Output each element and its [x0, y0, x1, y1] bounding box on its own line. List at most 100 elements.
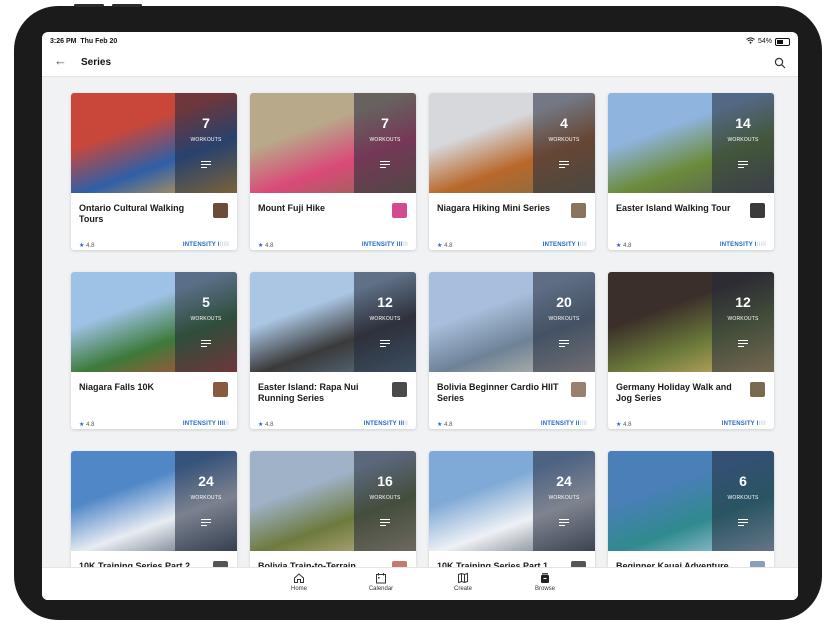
workouts-label: WORKOUTS	[190, 137, 222, 143]
workout-count: 6	[739, 473, 747, 489]
page-header: ← Series	[42, 50, 798, 77]
workout-count-overlay: 7 WORKOUTS	[175, 93, 237, 193]
series-card[interactable]: 7 WORKOUTS Ontario Cultural Walking Tours ★…	[71, 93, 237, 250]
intensity-label: INTENSITY	[542, 242, 576, 248]
tab-calendar[interactable]: Calendar	[356, 572, 406, 592]
series-card[interactable]: 12 WORKOUTS Easter Island: Rapa Nui Runnin…	[250, 272, 416, 429]
workout-count: 24	[198, 473, 214, 489]
coach-avatar	[392, 382, 407, 397]
intensity-label: INTENSITY	[540, 421, 574, 427]
list-icon	[380, 161, 390, 170]
star-icon: ★	[616, 422, 622, 428]
star-icon: ★	[437, 243, 443, 249]
workouts-label: WORKOUTS	[190, 316, 222, 322]
tab-calendar-label: Calendar	[368, 586, 394, 592]
rating-value: 4.8	[86, 243, 95, 249]
list-icon	[201, 161, 211, 170]
map-icon	[458, 572, 468, 584]
intensity-bars-remaining: IIIII	[756, 242, 766, 248]
series-list[interactable]: 7 WORKOUTS Ontario Cultural Walking Tours ★…	[42, 77, 798, 600]
series-rating: ★ 4.8	[616, 242, 631, 249]
wifi-icon	[746, 37, 755, 46]
tab-create-label: Create	[453, 586, 472, 592]
workout-count: 12	[377, 294, 393, 310]
coach-avatar	[750, 382, 765, 397]
intensity-bars-remaining: II	[404, 421, 408, 427]
battery-icon	[775, 37, 790, 46]
intensity-level: INTENSITY IIIII	[722, 421, 766, 427]
status-indicators: 54%	[746, 37, 790, 46]
intensity-level: INTENSITY IIIII	[543, 242, 587, 248]
tab-home[interactable]: Home	[274, 572, 324, 592]
series-card[interactable]: 5 WORKOUTS Niagara Falls 10K ★ 4.8 INTENSITY…	[71, 272, 237, 429]
series-title: Ontario Cultural Walking Tours	[79, 203, 185, 224]
tab-create[interactable]: Create	[438, 572, 488, 592]
workout-count: 16	[377, 473, 393, 489]
rating-value: 4.8	[444, 422, 453, 428]
workout-count-overlay: 7 WORKOUTS	[354, 93, 416, 193]
search-icon[interactable]	[774, 56, 786, 69]
workout-count-overlay: 12 WORKOUTS	[354, 272, 416, 372]
intensity-level: INTENSITY IIIIII	[362, 242, 408, 248]
status-time-text: 3:26 PM	[50, 38, 77, 45]
series-card[interactable]: 7 WORKOUTS Mount Fuji Hike ★ 4.8 INTENSITY I…	[250, 93, 416, 250]
workout-count: 12	[735, 294, 751, 310]
series-rating: ★ 4.8	[79, 421, 94, 428]
workouts-label: WORKOUTS	[190, 495, 222, 501]
workouts-label: WORKOUTS	[548, 137, 580, 143]
volume-button	[112, 4, 142, 7]
coach-avatar	[392, 203, 407, 218]
workout-count: 24	[556, 473, 572, 489]
star-icon: ★	[79, 422, 85, 428]
volume-button	[74, 4, 104, 7]
intensity-bars-remaining: III	[402, 242, 408, 248]
workout-count: 5	[202, 294, 210, 310]
series-card[interactable]: 4 WORKOUTS Niagara Hiking Mini Series ★ 4.8…	[429, 93, 595, 250]
app-screen: 3:26 PM Thu Feb 20 54% ← Series 7 WORKOUT…	[42, 32, 798, 600]
series-rating: ★ 4.8	[437, 242, 452, 249]
star-icon: ★	[437, 422, 443, 428]
workout-count-overlay: 16 WORKOUTS	[354, 451, 416, 551]
workouts-label: WORKOUTS	[548, 316, 580, 322]
page-title: Series	[81, 57, 112, 68]
series-title: Niagara Hiking Mini Series	[437, 203, 551, 213]
series-title: Mount Fuji Hike	[258, 203, 325, 213]
series-card[interactable]: 14 WORKOUTS Easter Island Walking Tour ★ 4.…	[608, 93, 774, 250]
list-icon	[738, 519, 748, 528]
series-card[interactable]: 20 WORKOUTS Bolivia Beginner Cardio HIIT S…	[429, 272, 595, 429]
coach-avatar	[571, 382, 586, 397]
back-arrow-icon[interactable]: ←	[54, 53, 67, 68]
star-icon: ★	[79, 243, 85, 249]
list-icon	[380, 340, 390, 349]
workout-count-overlay: 12 WORKOUTS	[712, 272, 774, 372]
intensity-bars-remaining: IIII	[758, 421, 766, 427]
workout-count: 20	[556, 294, 572, 310]
workout-count: 14	[735, 115, 751, 131]
workouts-label: WORKOUTS	[369, 316, 401, 322]
workout-count-overlay: 4 WORKOUTS	[533, 93, 595, 193]
tab-bar: Home Calendar Create Browse	[42, 567, 798, 600]
coach-avatar	[213, 382, 228, 397]
list-icon	[380, 519, 390, 528]
workouts-label: WORKOUTS	[548, 495, 580, 501]
intensity-level: INTENSITY IIIIII	[183, 242, 229, 248]
tab-browse[interactable]: Browse	[520, 572, 570, 592]
star-icon: ★	[258, 422, 264, 428]
intensity-level: INTENSITY IIIIII	[541, 421, 587, 427]
intensity-label: INTENSITY	[363, 421, 397, 427]
workout-count-overlay: 24 WORKOUTS	[175, 451, 237, 551]
workouts-label: WORKOUTS	[727, 495, 759, 501]
workout-count-overlay: 20 WORKOUTS	[533, 272, 595, 372]
intensity-label: INTENSITY	[182, 421, 216, 427]
rating-value: 4.8	[623, 243, 632, 249]
series-title: Niagara Falls 10K	[79, 382, 155, 392]
series-card[interactable]: 12 WORKOUTS Germany Holiday Walk and Jog S…	[608, 272, 774, 429]
intensity-level: INTENSITY IIIII	[364, 421, 408, 427]
rating-value: 4.8	[265, 243, 274, 249]
browse-icon	[541, 573, 549, 583]
workouts-label: WORKOUTS	[369, 495, 401, 501]
intensity-level: INTENSITY IIIIII	[183, 421, 229, 427]
workout-count-overlay: 14 WORKOUTS	[712, 93, 774, 193]
intensity-label: INTENSITY	[721, 421, 755, 427]
list-icon	[738, 161, 748, 170]
